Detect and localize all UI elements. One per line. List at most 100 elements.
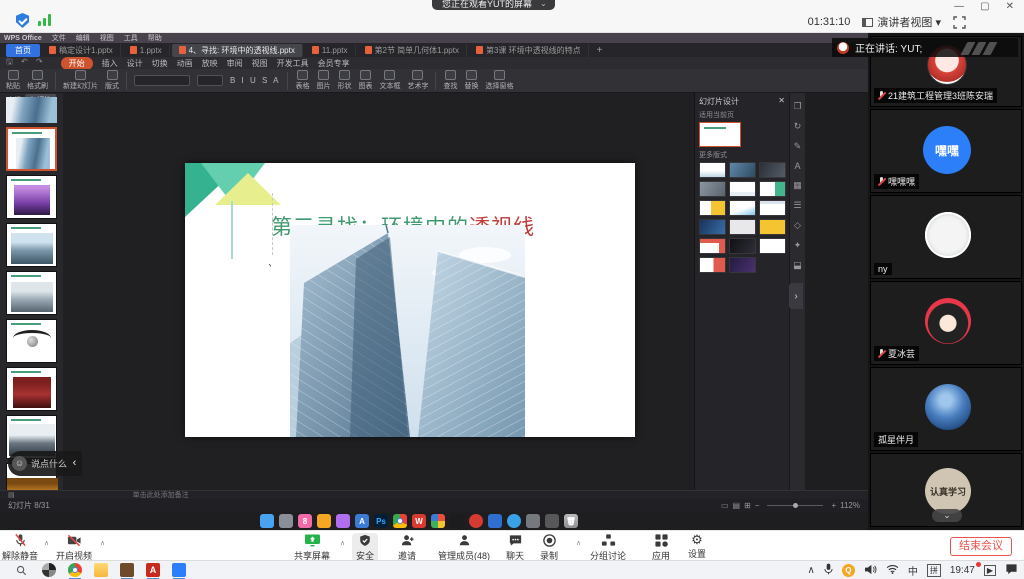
pane-icon-shape[interactable]: ◇ [794, 220, 801, 231]
participant-tile[interactable]: 认真学习 ⌄ [870, 453, 1022, 527]
unmute-button[interactable]: 解除静音 [2, 533, 38, 562]
ribbon-tab-dev[interactable]: 开发工具 [277, 58, 309, 69]
ribbon-tab-review[interactable]: 审阅 [227, 58, 243, 69]
dock-icon[interactable] [545, 514, 559, 528]
zoom-percent[interactable]: 112% [840, 501, 860, 510]
ribbon-tab-view[interactable]: 视图 [252, 58, 268, 69]
wordart-button[interactable]: 艺术字 [407, 70, 428, 91]
design-thumbnail[interactable] [759, 219, 786, 235]
shape-button[interactable]: 形状 [337, 70, 351, 91]
ribbon-tab-home[interactable]: 开始 [61, 57, 93, 70]
zoom-slider[interactable] [767, 505, 823, 506]
start-video-button[interactable]: 开启视频 [56, 533, 92, 562]
ribbon-tab-member[interactable]: 会员专享 [318, 58, 350, 69]
pane-icon-fill[interactable]: ⬓ [793, 260, 802, 271]
quick-access-icons[interactable]: 🖫 ↶ ↷ [6, 56, 46, 70]
manage-members-button[interactable]: 管理成员(48) [438, 533, 490, 562]
minimize-button[interactable]: — [954, 1, 964, 12]
pane-icon-list[interactable]: ☰ [793, 200, 801, 211]
slide-thumbnail-current[interactable] [6, 127, 57, 171]
dock-icon[interactable] [317, 514, 331, 528]
dock-icon[interactable] [260, 514, 274, 528]
design-thumbnail[interactable] [699, 238, 726, 254]
tray-mic-icon[interactable] [824, 563, 833, 578]
dock-icon[interactable]: 8 [298, 514, 312, 528]
ribbon-tab-transition[interactable]: 切换 [152, 58, 168, 69]
font-size-select[interactable] [197, 75, 223, 86]
dock-icon[interactable] [450, 514, 464, 528]
ribbon-tab-design[interactable]: 设计 [127, 58, 143, 69]
search-icon[interactable] [14, 563, 28, 577]
wps-icon[interactable]: W [412, 514, 426, 528]
dock-icon[interactable] [279, 514, 293, 528]
design-thumbnail[interactable] [759, 162, 786, 178]
doc-tab-active[interactable]: 4、寻找: 环境中的透视线.pptx [172, 44, 303, 57]
slide-thumbnail[interactable] [6, 319, 57, 363]
pane-icon-edit[interactable]: ✎ [794, 141, 802, 152]
slide-thumbnail[interactable] [6, 223, 57, 267]
music-icon[interactable] [469, 514, 483, 528]
participant-tile[interactable]: 孤星伴月 [870, 367, 1022, 451]
design-thumbnail[interactable] [699, 162, 726, 178]
view-show-icon[interactable]: ⊞ [744, 501, 751, 510]
replace-button[interactable]: 替换 [464, 70, 478, 91]
maximize-button[interactable]: ▢ [980, 1, 989, 12]
view-sorter-icon[interactable]: ▤ [733, 501, 741, 510]
zoom-in-button[interactable]: + [831, 501, 836, 510]
design-thumbnail[interactable] [759, 238, 786, 254]
dock-icon[interactable] [336, 514, 350, 528]
skyscraper-photo[interactable] [290, 225, 525, 437]
pane-icon-copy[interactable]: ❐ [793, 101, 801, 112]
slide-thumbnail[interactable] [6, 367, 57, 411]
pane-icon-text[interactable]: A [794, 161, 800, 171]
doc-tab[interactable]: 第2节 简单几何体1.pptx [358, 44, 467, 57]
participant-tile[interactable]: ny [870, 195, 1022, 279]
wps-menu-edit[interactable]: 编辑 [76, 33, 90, 43]
dock-icon[interactable] [526, 514, 540, 528]
share-options-chevron[interactable]: ∧ [340, 539, 345, 547]
picture-button[interactable]: 图片 [316, 70, 330, 91]
design-thumbnail[interactable] [729, 162, 756, 178]
design-thumbnail[interactable] [699, 257, 726, 273]
design-thumbnail[interactable] [699, 200, 726, 216]
end-meeting-button[interactable]: 结束会议 [950, 537, 1012, 556]
wps-menu-file[interactable]: 文件 [52, 33, 66, 43]
design-thumbnail[interactable] [729, 257, 756, 273]
pane-icon-effects[interactable]: ✦ [794, 240, 802, 251]
view-normal-icon[interactable]: ▭ [721, 501, 729, 510]
banner-caret-icon[interactable]: ⌄ [540, 0, 547, 8]
emoji-icon[interactable]: ☺ [12, 456, 27, 471]
doc-tab[interactable]: 稿定设计1.pptx [42, 44, 121, 57]
slide-thumbnail[interactable] [6, 97, 57, 123]
design-current-thumb[interactable] [699, 122, 741, 147]
ime-language[interactable]: 中 [908, 563, 918, 578]
design-thumbnail[interactable] [699, 181, 726, 197]
doc-tab[interactable]: 11.pptx [305, 45, 356, 56]
security-shield-icon[interactable] [16, 13, 29, 28]
selection-pane-button[interactable]: 选择窗格 [485, 70, 513, 91]
dock-icon[interactable] [507, 514, 521, 528]
design-thumbnail[interactable] [729, 200, 756, 216]
pane-icon-undo[interactable]: ↻ [794, 121, 802, 132]
format-painter-button[interactable]: 格式刷 [27, 70, 48, 91]
watching-banner[interactable]: 您正在观看YUT的屏幕 ⌄ [432, 0, 555, 10]
dock-icon[interactable]: A [355, 514, 369, 528]
design-thumbnail[interactable] [759, 200, 786, 216]
scroll-more-button[interactable]: ⌄ [932, 509, 962, 522]
wps-home-button[interactable]: 首页 [6, 44, 40, 57]
ribbon-tab-slideshow[interactable]: 放映 [202, 58, 218, 69]
font-style-buttons[interactable]: B I U S A [230, 76, 280, 85]
design-thumbnail[interactable] [699, 219, 726, 235]
share-screen-button[interactable]: 共享屏幕 [294, 533, 330, 562]
design-thumbnail[interactable] [759, 181, 786, 197]
find-button[interactable]: 查找 [443, 70, 457, 91]
participant-tile[interactable]: 夏冰芸 [870, 281, 1022, 365]
record-options-chevron[interactable]: ∧ [576, 539, 581, 547]
apps-button[interactable]: 应用 [652, 533, 670, 562]
notes-bar[interactable]: ▤ 单击此处添加备注 [0, 490, 868, 499]
dock-icon[interactable] [488, 514, 502, 528]
wps-menu-view[interactable]: 视图 [100, 33, 114, 43]
chat-collapse-button[interactable]: ‹ [67, 451, 82, 476]
fullscreen-button[interactable] [953, 16, 966, 29]
mic-options-chevron[interactable]: ∧ [44, 539, 49, 547]
